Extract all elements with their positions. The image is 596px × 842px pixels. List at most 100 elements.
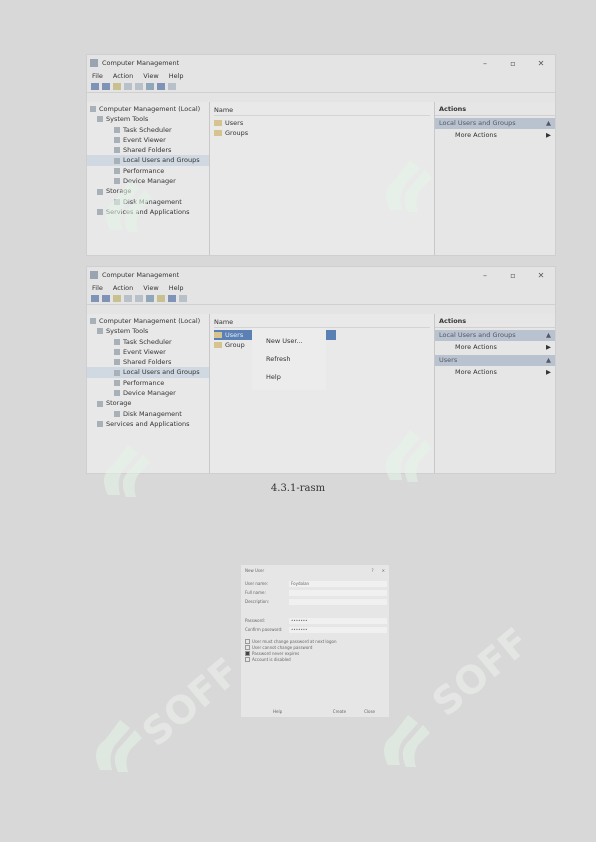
user-name-field[interactable]: Foydalan: [289, 580, 387, 587]
up-folder-icon[interactable]: [113, 295, 121, 302]
maximize-button[interactable]: ▫: [499, 271, 527, 280]
dialog-help-icon[interactable]: ?: [372, 568, 374, 573]
menu-help[interactable]: Help: [169, 72, 184, 80]
list-item-users[interactable]: Users: [214, 118, 430, 128]
tree-node-shared-folders[interactable]: Shared Folders: [87, 145, 209, 155]
tree-node-local-users-and-groups[interactable]: Local Users and Groups: [87, 367, 209, 378]
tree-node-computer-management[interactable]: Computer Management (Local): [87, 104, 209, 114]
help-button[interactable]: Help: [273, 709, 315, 714]
actions-header: Actions: [435, 104, 555, 116]
actions-section-users[interactable]: Users ▲: [435, 355, 555, 366]
menu-help[interactable]: Help: [169, 284, 184, 292]
dialog-close-icon[interactable]: ✕: [382, 568, 385, 573]
column-header-name[interactable]: Name: [214, 105, 430, 116]
menu-action[interactable]: Action: [113, 72, 133, 80]
title-bar: Computer Management – ▫ ✕: [87, 55, 555, 71]
help-icon[interactable]: [157, 83, 165, 90]
close-button[interactable]: ✕: [527, 271, 555, 280]
action-pane-icon[interactable]: [168, 83, 176, 90]
tree-node-system-tools[interactable]: System Tools: [87, 114, 209, 124]
action-pane-icon[interactable]: [179, 295, 187, 302]
column-header-name[interactable]: Name: [214, 317, 430, 328]
computer-icon: [90, 106, 96, 113]
close-button[interactable]: ✕: [527, 59, 555, 68]
minimize-button[interactable]: –: [471, 59, 499, 68]
back-icon[interactable]: [91, 83, 99, 90]
event-viewer-icon: [114, 137, 120, 144]
confirm-password-field[interactable]: •••••••: [289, 626, 387, 633]
properties-icon[interactable]: [135, 295, 143, 302]
computer-management-icon: [90, 271, 98, 279]
properties-icon[interactable]: [135, 83, 143, 90]
menu-view[interactable]: View: [143, 284, 158, 292]
services-icon: [97, 421, 103, 428]
dialog-footer: Help Create Close: [241, 709, 389, 714]
tree-node-storage[interactable]: Storage: [87, 398, 209, 408]
clock-icon: [114, 338, 120, 345]
context-menu: New User... Refresh Help: [252, 328, 326, 390]
window-title: Computer Management: [102, 59, 180, 67]
up-folder-icon[interactable]: [113, 83, 121, 90]
menu-file[interactable]: File: [92, 72, 103, 80]
more-actions-item[interactable]: More Actions ▶: [435, 129, 555, 141]
watermark-logo-icon: [368, 705, 438, 775]
actions-section-local-users[interactable]: Local Users and Groups ▲: [435, 118, 555, 129]
tree-node-event-viewer[interactable]: Event Viewer: [87, 135, 209, 145]
storage-icon: [97, 400, 103, 407]
export-list-icon[interactable]: [146, 83, 154, 90]
watermark-text: SOFF: [423, 619, 538, 725]
submenu-arrow-icon: ▶: [546, 343, 551, 351]
maximize-button[interactable]: ▫: [499, 59, 527, 68]
title-bar: Computer Management – ▫ ✕: [87, 267, 555, 283]
list-item-groups[interactable]: Groups: [214, 128, 430, 138]
context-menu-new-user[interactable]: New User...: [252, 332, 326, 350]
tools-icon: [97, 328, 103, 335]
tree-node-performance[interactable]: Performance: [87, 378, 209, 388]
create-button[interactable]: Create: [333, 709, 346, 714]
help-icon[interactable]: [168, 295, 176, 302]
more-actions-item[interactable]: More Actions ▶: [435, 341, 555, 353]
checkbox-icon: [245, 644, 250, 650]
actions-section-local-users[interactable]: Local Users and Groups ▲: [435, 330, 555, 341]
tree-node-device-manager[interactable]: Device Manager: [87, 388, 209, 398]
actions-pane: Actions Local Users and Groups ▲ More Act…: [435, 314, 555, 473]
show-hide-tree-icon[interactable]: [124, 295, 132, 302]
tree-node-services-and-applications[interactable]: Services and Applications: [87, 419, 209, 429]
tree-node-task-scheduler[interactable]: Task Scheduler: [87, 125, 209, 135]
dialog-title-bar: New User ? ✕: [241, 565, 389, 575]
tree-node-event-viewer[interactable]: Event Viewer: [87, 347, 209, 357]
menu-action[interactable]: Action: [113, 284, 133, 292]
export-list-icon[interactable]: [146, 295, 154, 302]
full-name-field[interactable]: [289, 589, 387, 596]
tree-node-local-users-and-groups[interactable]: Local Users and Groups: [87, 155, 209, 166]
tree-node-task-scheduler[interactable]: Task Scheduler: [87, 337, 209, 347]
actions-header: Actions: [435, 316, 555, 328]
context-menu-refresh[interactable]: Refresh: [252, 350, 326, 368]
show-hide-tree-icon[interactable]: [124, 83, 132, 90]
new-user-dialog: New User ? ✕ User name: Foydalan Full nam…: [241, 565, 389, 717]
menu-view[interactable]: View: [143, 72, 158, 80]
forward-icon[interactable]: [102, 83, 110, 90]
collapse-arrow-icon: ▲: [546, 119, 551, 127]
watermark-logo-icon: [370, 420, 440, 490]
folder-icon: [214, 332, 222, 338]
menu-bar: File Action View Help: [87, 283, 555, 293]
description-field[interactable]: [289, 598, 387, 605]
tree-node-computer-management[interactable]: Computer Management (Local): [87, 316, 209, 326]
back-icon[interactable]: [91, 295, 99, 302]
toolbar: [87, 293, 555, 305]
performance-icon: [114, 379, 120, 386]
tree-node-shared-folders[interactable]: Shared Folders: [87, 357, 209, 367]
more-actions-item[interactable]: More Actions ▶: [435, 366, 555, 378]
watermark-text: SOFF: [133, 649, 248, 755]
account-disabled-checkbox[interactable]: Account is disabled: [241, 656, 389, 662]
tree-node-system-tools[interactable]: System Tools: [87, 326, 209, 336]
tree-node-disk-management[interactable]: Disk Management: [87, 409, 209, 419]
context-menu-help[interactable]: Help: [252, 368, 326, 386]
minimize-button[interactable]: –: [471, 271, 499, 280]
menu-file[interactable]: File: [92, 284, 103, 292]
refresh-icon[interactable]: [157, 295, 165, 302]
forward-icon[interactable]: [102, 295, 110, 302]
password-field[interactable]: •••••••: [289, 617, 387, 624]
checkbox-icon: [245, 656, 250, 662]
